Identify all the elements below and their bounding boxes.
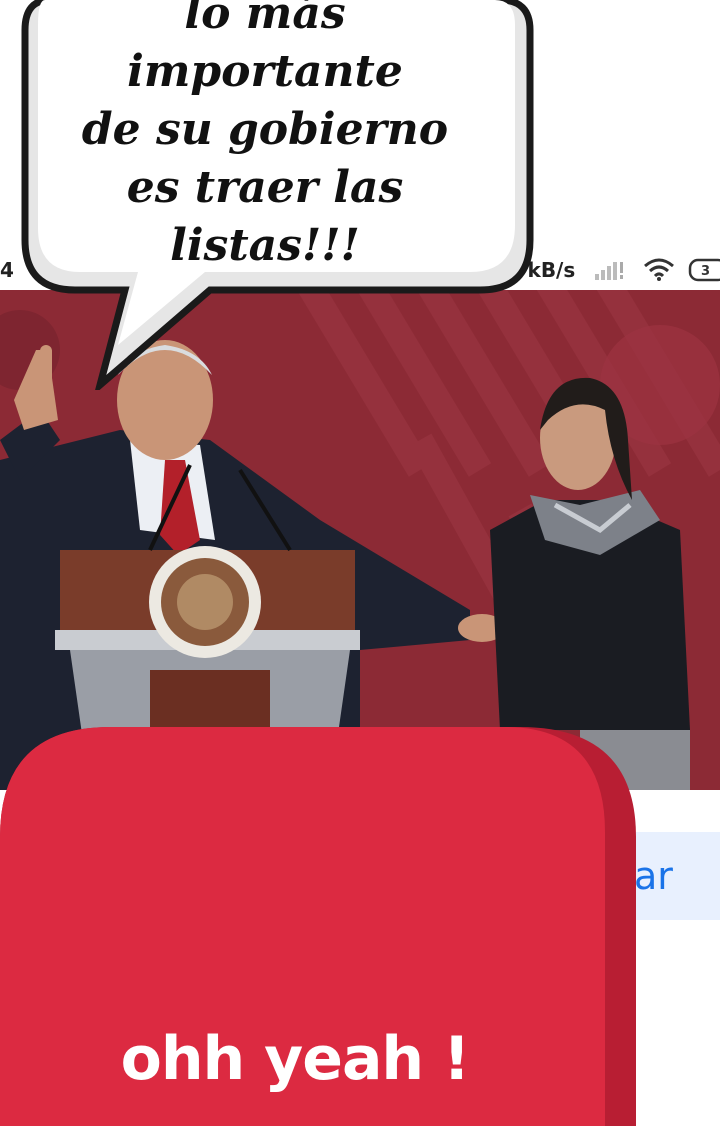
speech-text: lo más importante de su gobierno es trae… [40,0,490,271]
battery-icon: 3 [688,258,720,282]
meme-page: 4 .7kB/s 3 lo más importante de su gobie… [0,0,720,1126]
speech-line: es traer las listas!!! [126,162,404,271]
card-caption: ohh yeah ! [120,1024,471,1094]
wifi-icon [644,258,674,281]
signal-icon [595,262,623,280]
browser-action-label: ar [634,854,673,898]
battery-level: 3 [701,264,710,279]
speech-line: lo más importante [127,0,403,97]
speech-line: de su gobierno [81,104,449,155]
